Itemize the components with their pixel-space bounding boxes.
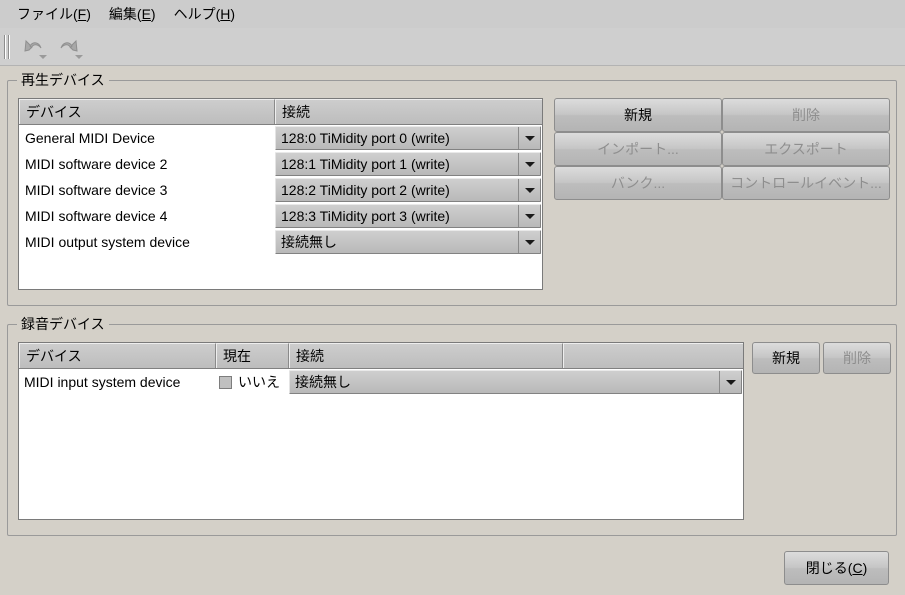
playback-list-body: General MIDI Device 128:0 TiMidity port … — [19, 125, 542, 255]
record-column-connection[interactable]: 接続 — [289, 343, 563, 368]
record-delete-button[interactable]: 削除 — [823, 342, 891, 374]
playback-device-name: MIDI output system device — [25, 234, 190, 250]
redo-button[interactable] — [51, 31, 87, 63]
playback-export-button[interactable]: エクスポート — [722, 132, 890, 166]
playback-bank-button[interactable]: バンク... — [554, 166, 722, 200]
undo-button[interactable] — [15, 31, 51, 63]
record-list-body: MIDI input system device いいえ 接続無し — [19, 369, 743, 395]
record-connection-value: 接続無し — [295, 374, 351, 390]
playback-device-name: MIDI software device 3 — [25, 182, 168, 198]
redo-icon — [60, 39, 78, 52]
record-device-name: MIDI input system device — [24, 374, 181, 390]
chevron-down-icon[interactable] — [518, 179, 540, 201]
playback-connection-combo[interactable]: 接続無し — [275, 230, 541, 254]
playback-device-name: General MIDI Device — [25, 130, 155, 146]
playback-connection-value: 128:3 TiMidity port 3 (write) — [281, 208, 450, 224]
table-row[interactable]: MIDI input system device いいえ 接続無し — [19, 369, 743, 395]
playback-devices-group: 再生デバイス デバイス 接続 General MIDI Device 128:0… — [7, 72, 897, 306]
playback-import-button[interactable]: インポート... — [554, 132, 722, 166]
playback-devices-list[interactable]: デバイス 接続 General MIDI Device 128:0 TiMidi… — [18, 98, 543, 290]
chevron-down-icon[interactable] — [719, 371, 741, 393]
close-button-label: 閉じる — [805, 560, 848, 576]
table-row[interactable]: MIDI software device 4 128:3 TiMidity po… — [19, 203, 542, 229]
menu-item-help[interactable]: ヘルプ(H) — [165, 2, 244, 26]
undo-icon — [24, 39, 42, 52]
menu-item-edit[interactable]: 編集(E) — [100, 2, 165, 26]
chevron-down-icon[interactable] — [518, 153, 540, 175]
undo-dropdown-arrow-icon[interactable] — [39, 54, 47, 59]
playback-connection-combo[interactable]: 128:1 TiMidity port 1 (write) — [275, 152, 541, 176]
playback-action-buttons: 新規 削除 インポート... エクスポート バンク... コントロールイベント.… — [554, 98, 890, 200]
table-row[interactable]: MIDI software device 2 128:1 TiMidity po… — [19, 151, 542, 177]
record-current-checkbox[interactable] — [219, 375, 232, 389]
playback-connection-combo[interactable]: 128:0 TiMidity port 0 (write) — [275, 126, 541, 150]
playback-connection-value: 128:0 TiMidity port 0 (write) — [281, 130, 450, 146]
record-devices-group: 録音デバイス デバイス 現在 接続 MIDI input system devi… — [7, 316, 897, 536]
menu-item-help-accel: H — [220, 6, 231, 22]
menu-item-help-label: ヘルプ — [173, 6, 216, 22]
table-row[interactable]: MIDI software device 3 128:2 TiMidity po… — [19, 177, 542, 203]
playback-control-event-button[interactable]: コントロールイベント... — [722, 166, 890, 200]
table-row[interactable]: General MIDI Device 128:0 TiMidity port … — [19, 125, 542, 151]
playback-device-name: MIDI software device 2 — [25, 156, 168, 172]
record-list-header: デバイス 現在 接続 — [19, 343, 743, 369]
chevron-down-icon[interactable] — [518, 231, 540, 253]
playback-new-button[interactable]: 新規 — [554, 98, 722, 132]
playback-devices-title: 再生デバイス — [17, 72, 109, 88]
menu-item-edit-accel: E — [141, 6, 151, 22]
playback-delete-button[interactable]: 削除 — [722, 98, 890, 132]
record-new-button[interactable]: 新規 — [752, 342, 820, 374]
record-devices-title: 録音デバイス — [17, 316, 109, 332]
record-column-device[interactable]: デバイス — [19, 343, 216, 368]
grip-line-1 — [3, 34, 6, 59]
record-column-current[interactable]: 現在 — [216, 343, 289, 368]
redo-dropdown-arrow-icon[interactable] — [75, 54, 83, 59]
record-current-label: いいえ — [238, 374, 280, 390]
table-row[interactable]: MIDI output system device 接続無し — [19, 229, 542, 255]
playback-connection-value: 128:1 TiMidity port 1 (write) — [281, 156, 450, 172]
record-connection-combo[interactable]: 接続無し — [289, 370, 742, 394]
menu-item-edit-label: 編集 — [108, 6, 137, 22]
menu-item-file-label: ファイル — [17, 6, 73, 22]
playback-list-header: デバイス 接続 — [19, 99, 542, 125]
record-column-spare[interactable] — [563, 343, 743, 368]
chevron-down-icon[interactable] — [518, 127, 540, 149]
menu-bar: ファイル(F) 編集(E) ヘルプ(H) — [0, 0, 905, 28]
toolbar — [0, 28, 905, 66]
toolbar-drag-handle[interactable] — [2, 33, 11, 61]
grip-line-2 — [7, 34, 10, 59]
playback-connection-combo[interactable]: 128:3 TiMidity port 3 (write) — [275, 204, 541, 228]
chevron-down-icon[interactable] — [518, 205, 540, 227]
playback-column-connection[interactable]: 接続 — [275, 99, 542, 124]
menu-item-file[interactable]: ファイル(F) — [8, 2, 100, 26]
playback-connection-combo[interactable]: 128:2 TiMidity port 2 (write) — [275, 178, 541, 202]
close-button-accel: C — [852, 560, 863, 576]
playback-device-name: MIDI software device 4 — [25, 208, 168, 224]
close-button[interactable]: 閉じる(C) — [784, 551, 889, 585]
playback-column-device[interactable]: デバイス — [19, 99, 275, 124]
record-devices-list[interactable]: デバイス 現在 接続 MIDI input system device いいえ … — [18, 342, 744, 520]
playback-connection-value: 接続無し — [281, 234, 337, 250]
menu-item-file-accel: F — [77, 6, 87, 22]
playback-connection-value: 128:2 TiMidity port 2 (write) — [281, 182, 450, 198]
